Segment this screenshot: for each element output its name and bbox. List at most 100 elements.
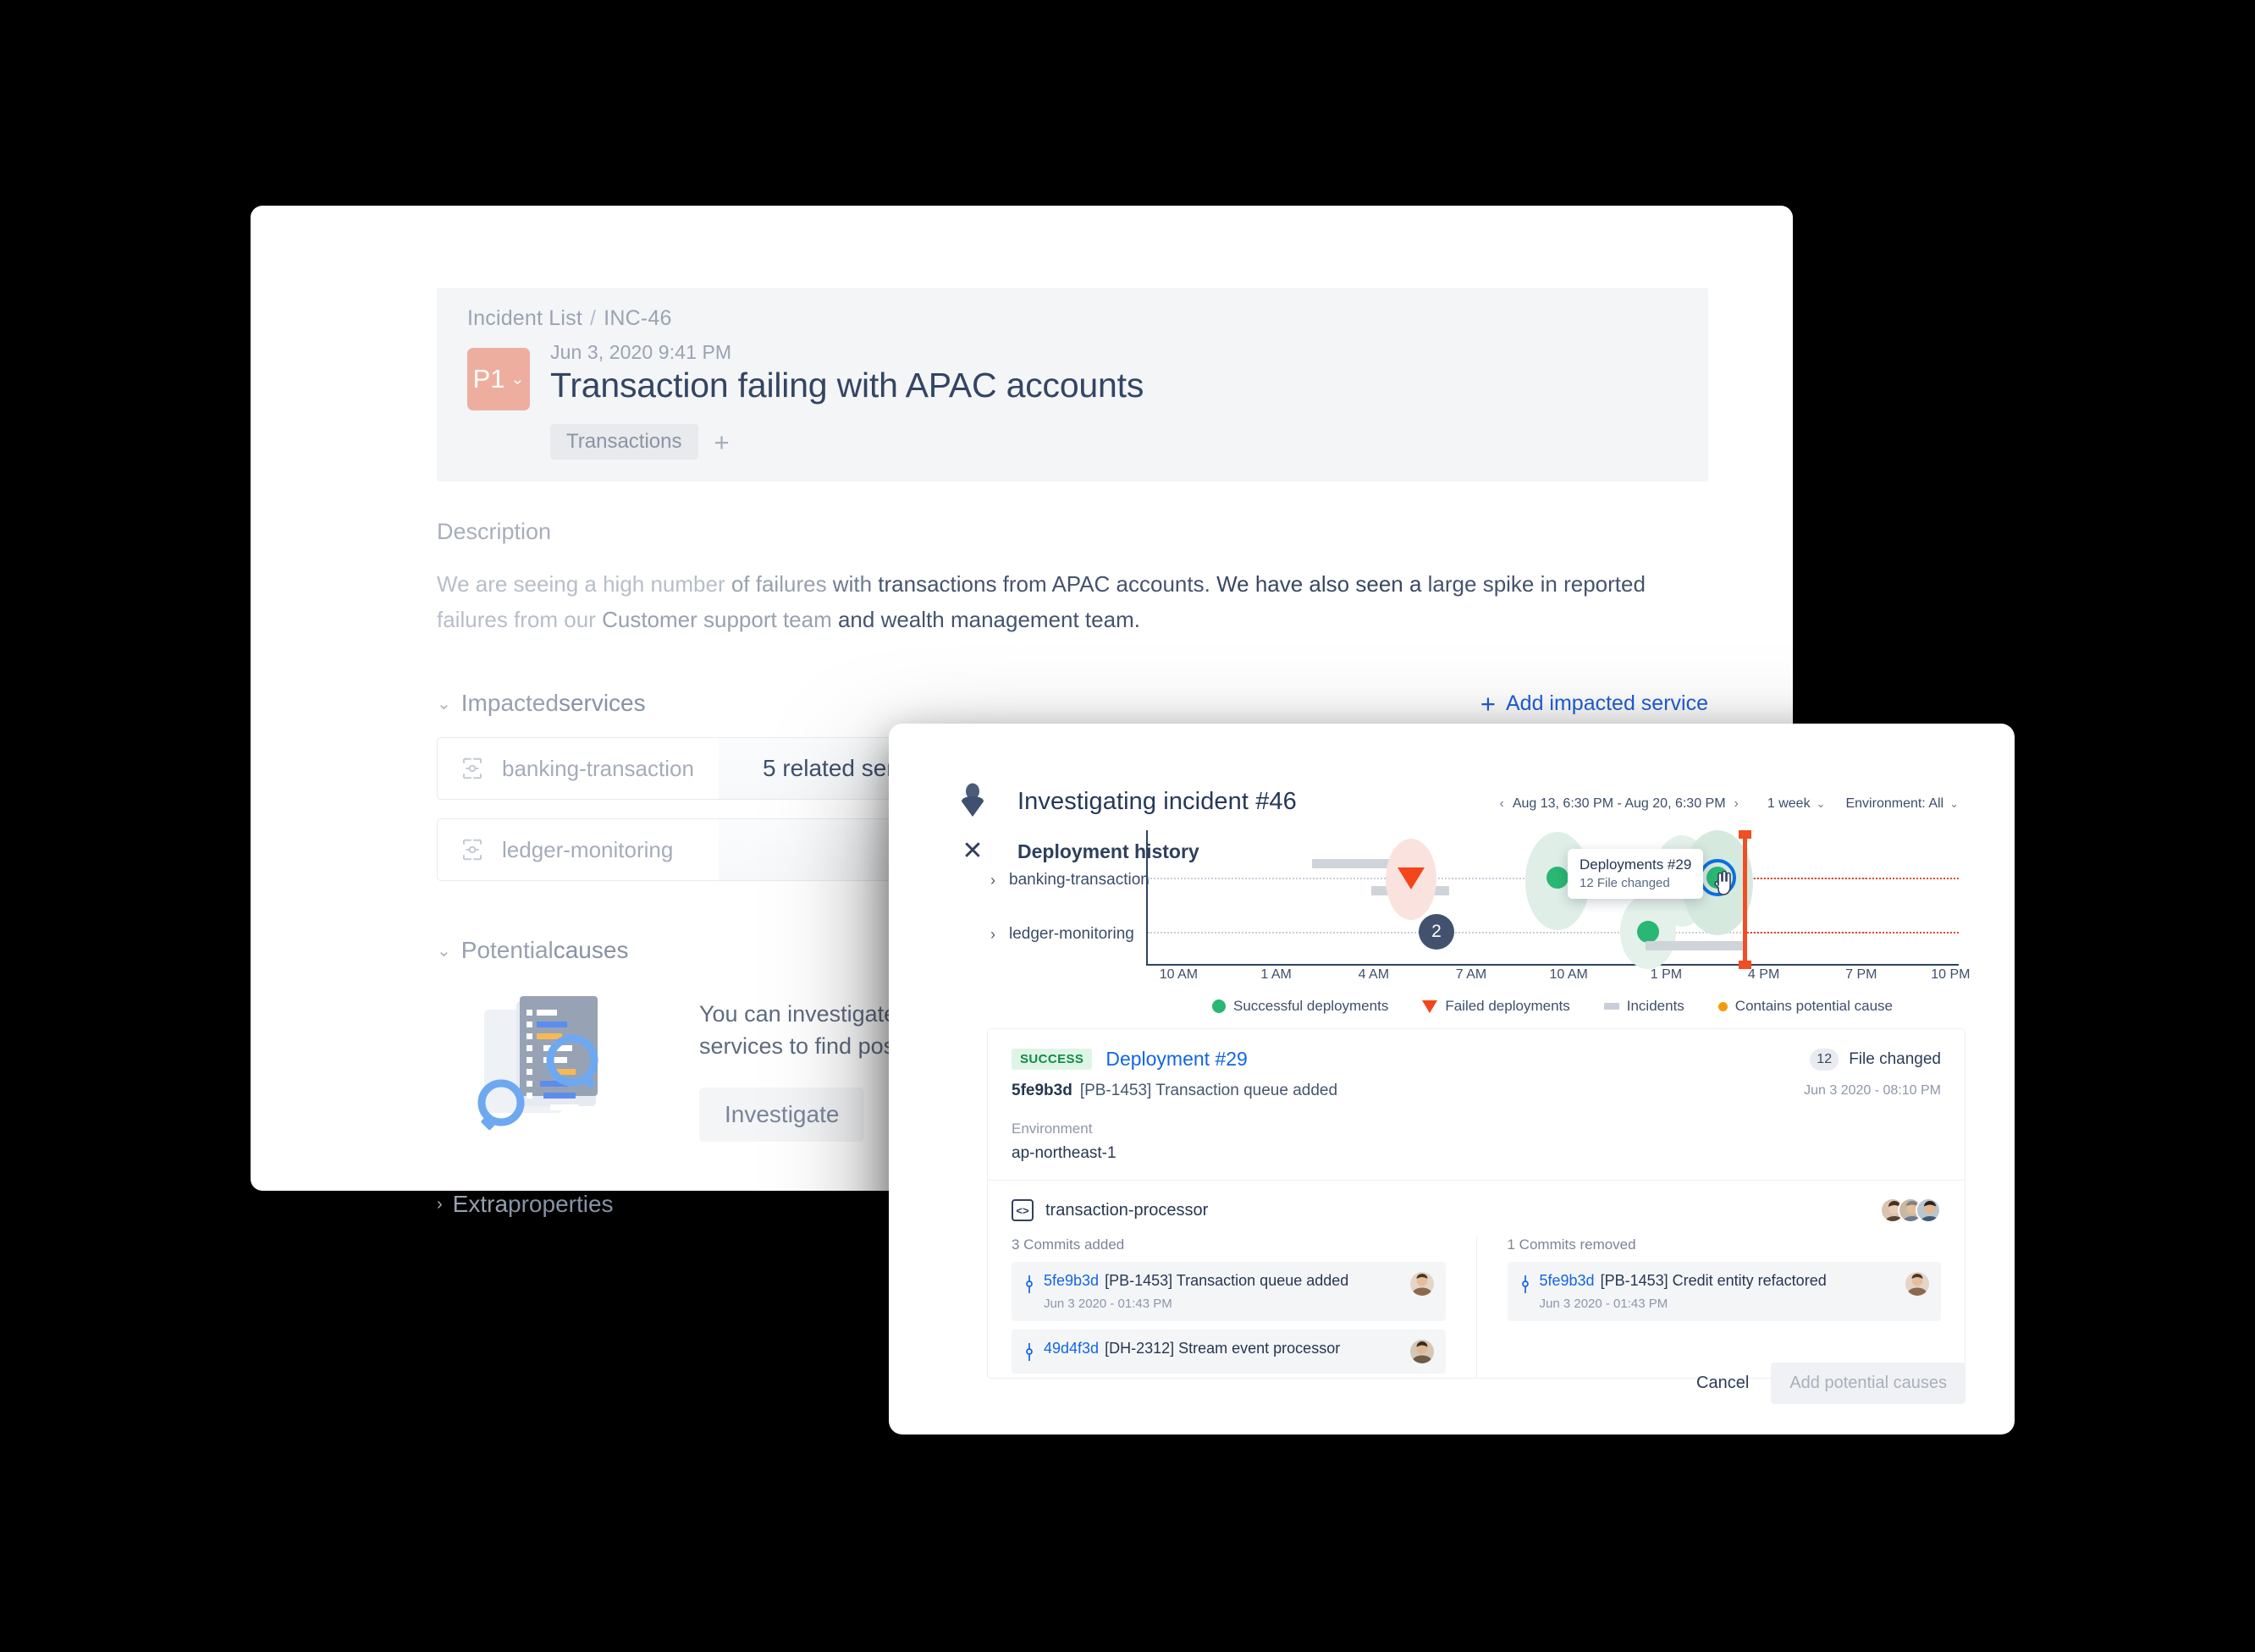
extra-properties-title[interactable]: › Extra properties [437, 1191, 614, 1218]
timeline-chart: › banking-transaction › ledger-monitorin… [987, 830, 1971, 1014]
incident-time-marker [1743, 834, 1747, 966]
incident-title-col: Jun 3, 2020 9:41 PM Transaction failing … [550, 341, 1144, 405]
commit-icon [1519, 1272, 1531, 1311]
deployment-commit-group: 5fe9b3d [PB-1453] Transaction queue added [1012, 1082, 1337, 1100]
legend-item-failed: Failed deployments [1422, 998, 1570, 1015]
avatar[interactable] [1905, 1272, 1929, 1296]
legend-label: Successful deployments [1233, 998, 1389, 1014]
event-cluster-count: 2 [1431, 922, 1442, 941]
status-badge: SUCCESS [1012, 1049, 1093, 1070]
x-tick: 7 PM [1845, 967, 1877, 982]
chevron-down-icon: ⌄ [510, 370, 525, 388]
legend-label: Contains potential cause [1734, 998, 1893, 1014]
successful-deployment-dot[interactable] [1547, 867, 1569, 889]
chevron-down-icon[interactable]: ⌄ [437, 940, 451, 961]
event-cluster-badge[interactable]: 2 [1419, 914, 1454, 950]
add-potential-causes-button[interactable]: Add potential causes [1771, 1363, 1966, 1404]
incident-header: Incident List / INC-46 P1 ⌄ Jun 3, 2020 9:… [437, 288, 1708, 482]
timeline-x-axis [1146, 964, 1959, 966]
impacted-services-title[interactable]: ⌄ Impacted services [437, 690, 646, 717]
avatar[interactable] [1916, 1198, 1941, 1223]
description-label: Description [437, 519, 552, 544]
commit-item[interactable]: 5fe9b3d [PB-1453] Transaction queue added… [1012, 1262, 1446, 1321]
chevron-right-icon[interactable]: › [1734, 796, 1739, 812]
legend-swatch-circle-orange [1717, 1001, 1728, 1011]
deployment-timestamp: Jun 3 2020 - 08:10 PM [1804, 1083, 1941, 1098]
priority-badge[interactable]: P1 ⌄ [467, 348, 530, 410]
commits-removed-header: 1 Commits removed [1507, 1236, 1636, 1253]
close-icon[interactable]: ✕ [958, 839, 987, 864]
commit-sha[interactable]: 49d4f3d [1044, 1340, 1099, 1357]
chevron-down-icon: ⌄ [1816, 797, 1826, 810]
chevron-right-icon[interactable]: › [990, 926, 995, 944]
deployment-link[interactable]: Deployment #29 [1105, 1048, 1248, 1071]
commit-icon [1023, 1340, 1035, 1363]
commit-sha[interactable]: 5fe9b3d [1012, 1082, 1072, 1099]
page-title: Transaction failing with APAC accounts [550, 366, 1144, 405]
failed-deployment-marker[interactable] [1398, 867, 1425, 889]
avatar[interactable] [1409, 1340, 1434, 1363]
commit-date: Jun 3 2020 - 01:43 PM [1044, 1297, 1172, 1311]
add-impacted-service-button[interactable]: + Add impacted service [1480, 691, 1708, 717]
investigation-modal: Investigating incident #46 ✕ Deployment … [889, 724, 2015, 1434]
cancel-button[interactable]: Cancel [1696, 1374, 1749, 1393]
breadcrumb-separator: / [590, 306, 597, 330]
document-search-illustration [469, 979, 664, 1140]
tag-chip[interactable]: Transactions [550, 424, 698, 460]
breadcrumb: Incident List / INC-46 [467, 306, 1708, 331]
commit-item[interactable]: 5fe9b3d [PB-1453] Credit entity refactore… [1507, 1262, 1941, 1321]
chevron-right-icon[interactable]: › [990, 872, 995, 889]
date-range-label: Aug 13, 6:30 PM - Aug 20, 6:30 PM [1512, 796, 1726, 811]
environment-select[interactable]: Environment: All ⌄ [1845, 796, 1959, 812]
commit-sha[interactable]: 5fe9b3d [1044, 1272, 1099, 1289]
chevron-left-icon[interactable]: ‹ [1500, 796, 1504, 812]
deployment-detail-panel: SUCCESS Deployment #29 12 File changed 5… [987, 1028, 1966, 1379]
timeline-plot-area: Deployments #29 12 File changed 2 [1146, 830, 1959, 969]
priority-label: P1 [472, 364, 505, 394]
commit-sha[interactable]: 5fe9b3d [1540, 1272, 1595, 1289]
description-line-1: We are seeing a high number of failures … [437, 571, 1646, 597]
breadcrumb-parent[interactable]: Incident List [467, 306, 582, 330]
timeline-row-label-banking[interactable]: › banking-transaction [990, 871, 1150, 889]
impacted-services-label-suffix: services [558, 690, 646, 716]
potential-causes-label-suffix: causes [553, 937, 629, 963]
timeline-y-axis [1146, 830, 1148, 966]
legend-label: Incidents [1626, 998, 1684, 1014]
commit-message: [PB-1453] Transaction queue added [1105, 1272, 1349, 1289]
deployment-summary-row-1: SUCCESS Deployment #29 12 File changed [1012, 1048, 1941, 1071]
tooltip-subtitle: 12 File changed [1580, 876, 1670, 890]
deployment-name-group: SUCCESS Deployment #29 [1012, 1048, 1248, 1071]
incident-bar[interactable] [1646, 941, 1744, 950]
legend-item-successful: Successful deployments [1212, 998, 1388, 1015]
timeline-lane-ledger-marker [1743, 932, 1959, 933]
avatar[interactable] [1409, 1272, 1434, 1296]
x-tick: 4 PM [1747, 967, 1780, 982]
plus-icon: + [1480, 688, 1496, 719]
commit-item[interactable]: 49d4f3d [DH-2312] Stream event processor [1012, 1330, 1446, 1374]
chevron-right-icon[interactable]: › [437, 1195, 443, 1214]
legend-item-potential-cause: Contains potential cause [1717, 998, 1893, 1015]
deployment-summary-row-2: 5fe9b3d [PB-1453] Transaction queue added… [1012, 1082, 1941, 1100]
incident-time-marker-cap-top [1739, 830, 1751, 839]
potential-causes-title[interactable]: ⌄ Potential causes [437, 937, 628, 964]
screenshot-stage: Incident List / INC-46 P1 ⌄ Jun 3, 2020 9:… [0, 0, 2255, 1652]
x-tick: 4 AM [1358, 967, 1390, 982]
legend-swatch-circle-green [1212, 999, 1226, 1013]
timeline-row-label-ledger[interactable]: › ledger-monitoring [990, 925, 1134, 944]
modal-footer: Cancel Add potential causes [1696, 1363, 1966, 1404]
repository-name[interactable]: transaction-processor [1045, 1201, 1208, 1220]
timeline-row-name: banking-transaction [1009, 871, 1150, 889]
x-tick: 1 AM [1260, 967, 1292, 982]
hand-pointer-cursor [1712, 871, 1734, 896]
code-icon: <> [1012, 1199, 1034, 1221]
environment-value: ap-northeast-1 [1012, 1144, 1116, 1162]
commit-columns: 3 Commits added 5fe9b3d [PB-1453] Transa… [1012, 1236, 1941, 1378]
commit-text-group: 5fe9b3d [PB-1453] Transaction queue added… [1044, 1272, 1348, 1311]
chevron-down-icon[interactable]: ⌄ [437, 693, 451, 714]
granularity-select[interactable]: 1 week ⌄ [1767, 796, 1826, 812]
investigate-button[interactable]: Investigate [699, 1088, 865, 1142]
successful-deployment-dot[interactable] [1637, 921, 1659, 943]
add-tag-button[interactable]: + [714, 429, 730, 455]
description-body: We are seeing a high number of failures … [437, 566, 1673, 637]
chevron-down-icon: ⌄ [1949, 797, 1959, 810]
